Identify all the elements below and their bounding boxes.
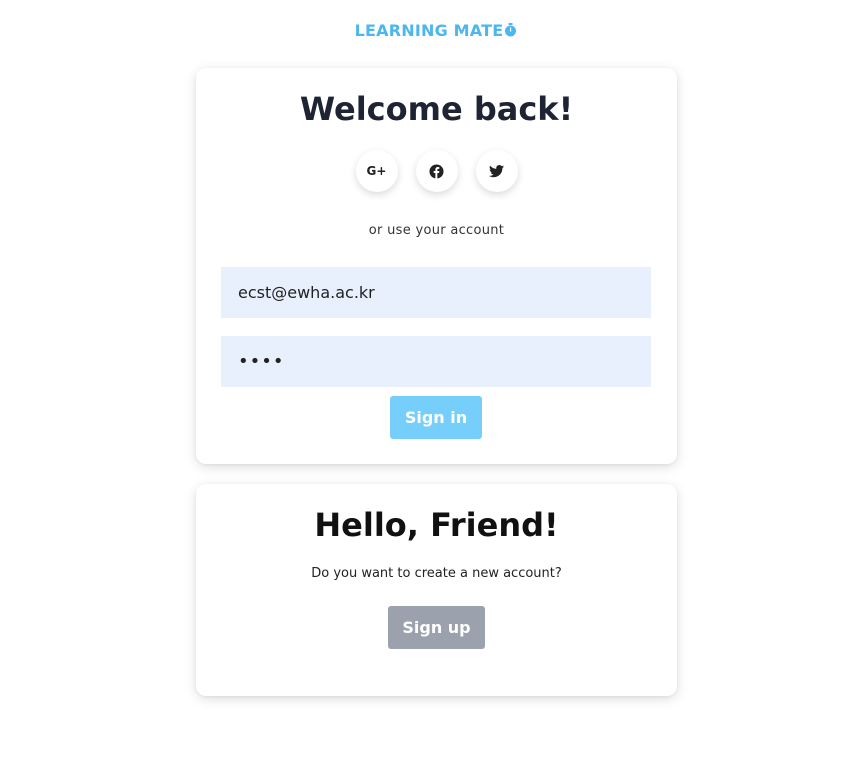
facebook-button[interactable] [415,150,458,192]
twitter-button[interactable] [475,150,518,192]
google-plus-button[interactable]: G+ [355,150,398,192]
password-field[interactable] [221,336,651,387]
google-plus-icon: G+ [366,164,387,178]
social-login-group: G+ [196,150,677,192]
signup-title: Hello, Friend! [314,506,559,544]
timer-icon [504,22,517,37]
twitter-icon [489,164,504,177]
signin-button[interactable]: Sign in [390,396,482,439]
signup-button[interactable]: Sign up [388,606,485,649]
login-card: Welcome back! G+ or use your account Sig… [196,68,677,464]
signup-subtitle: Do you want to create a new account? [311,566,562,581]
facebook-icon [429,163,444,179]
brand-name: LEARNING MATE [354,21,504,40]
brand-logo[interactable]: LEARNING MATE [0,21,867,40]
email-field[interactable] [221,267,651,318]
divider-text: or use your account [368,223,505,238]
login-title: Welcome back! [299,90,574,128]
signup-card: Hello, Friend! Do you want to create a n… [196,484,677,696]
